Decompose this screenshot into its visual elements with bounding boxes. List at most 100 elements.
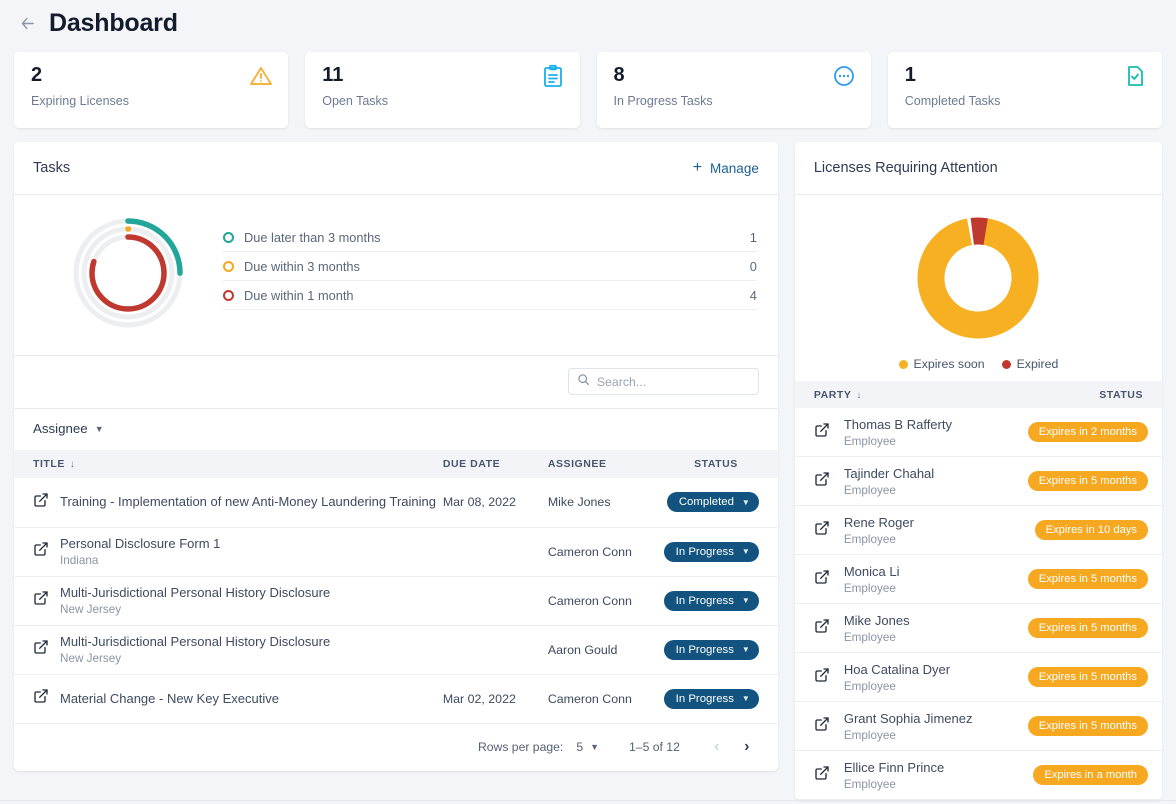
license-party-name: Grant Sophia Jimenez — [843, 710, 973, 726]
legend-label: Expired — [1016, 357, 1059, 371]
task-status-cell: In Progress ▼ — [663, 625, 778, 674]
assignee-filter-dropdown[interactable]: Assignee ▼ — [33, 421, 104, 436]
column-header-party[interactable]: PARTY ↓ — [814, 389, 862, 401]
table-row[interactable]: Multi-Jurisdictional Personal History Di… — [14, 625, 778, 674]
task-assignee: Aaron Gould — [547, 642, 618, 657]
assignee-filter-label: Assignee — [33, 421, 88, 436]
rows-per-page-select[interactable]: 5 ▼ — [576, 740, 599, 754]
list-item[interactable]: Thomas B Rafferty Employee Expires in 2 … — [794, 408, 1162, 457]
main-content: Tasks + Manage Due later than 3 months 1… — [0, 128, 1176, 800]
status-label: In Progress — [675, 692, 734, 705]
license-party-name: Tajinder Chahal — [843, 465, 935, 481]
stat-card-in-progress-tasks[interactable]: 8 In Progress Tasks — [596, 52, 871, 128]
stat-label: Open Tasks — [322, 94, 389, 108]
license-party-role: Employee — [843, 483, 896, 497]
task-assignee: Cameron Conn — [547, 544, 632, 559]
search-icon — [577, 373, 590, 391]
stat-value: 11 — [322, 64, 344, 86]
search-box[interactable] — [567, 368, 759, 395]
tasks-pagination: Rows per page: 5 ▼ 1–5 of 12 ‹ › — [14, 724, 778, 771]
task-title: Training - Implementation of new Anti-Mo… — [60, 494, 437, 510]
list-item[interactable]: Tajinder Chahal Employee Expires in 5 mo… — [794, 457, 1162, 506]
status-badge[interactable]: In Progress ▼ — [663, 639, 759, 660]
open-external-icon[interactable] — [14, 625, 60, 674]
table-row[interactable]: Training - Implementation of new Anti-Mo… — [14, 478, 778, 527]
column-header-status[interactable]: STATUS — [663, 450, 778, 478]
status-badge[interactable]: In Progress ▼ — [663, 688, 759, 709]
legend-item: Due later than 3 months 1 — [223, 223, 757, 252]
column-header-assignee[interactable]: ASSIGNEE — [548, 450, 663, 478]
open-external-icon[interactable] — [814, 618, 830, 639]
open-external-icon[interactable] — [14, 674, 60, 723]
open-external-icon[interactable] — [814, 716, 830, 737]
legend-value: 4 — [749, 287, 757, 303]
open-external-icon[interactable] — [14, 527, 60, 576]
sort-desc-icon: ↓ — [69, 459, 76, 470]
column-header-status[interactable]: STATUS — [1099, 389, 1143, 401]
open-external-icon[interactable] — [814, 765, 830, 786]
license-party-cell: Thomas B Rafferty Employee — [844, 417, 1014, 448]
list-item[interactable]: Rene Roger Employee Expires in 10 days — [794, 506, 1162, 555]
prev-page-button[interactable]: ‹ — [702, 738, 732, 756]
list-item[interactable]: Grant Sophia Jimenez Employee Expires in… — [794, 702, 1162, 751]
license-party-name: Ellice Finn Prince — [843, 759, 945, 775]
legend-item: Due within 1 month 4 — [223, 281, 757, 310]
table-row[interactable]: Material Change - New Key Executive Mar … — [14, 674, 778, 723]
column-header-due-date[interactable]: DUE DATE — [443, 450, 548, 478]
legend-label: Expires soon — [913, 357, 985, 371]
tasks-legend: Due later than 3 months 1 Due within 3 m… — [223, 209, 759, 337]
tasks-card: Tasks + Manage Due later than 3 months 1… — [14, 142, 778, 771]
status-badge[interactable]: Completed ▼ — [666, 492, 759, 513]
status-badge[interactable]: In Progress ▼ — [663, 541, 759, 562]
task-status-cell: In Progress ▼ — [663, 527, 778, 576]
stat-card-expiring-licenses[interactable]: 2 Expiring Licenses — [14, 52, 289, 128]
license-party-role: Employee — [843, 630, 896, 644]
rows-per-page-value: 5 — [576, 740, 584, 754]
legend-ring-icon — [223, 289, 234, 301]
open-external-icon[interactable] — [14, 478, 60, 527]
open-external-icon[interactable] — [814, 667, 830, 688]
status-badge: Expires in 5 months — [1027, 618, 1148, 638]
warning-triangle-icon — [249, 64, 273, 88]
legend-ring-icon — [223, 260, 234, 272]
task-due-date: Mar 02, 2022 — [442, 691, 516, 706]
page-title: Dashboard — [49, 8, 178, 37]
manage-button[interactable]: + Manage — [693, 160, 759, 176]
task-due-date — [443, 527, 548, 576]
back-arrow-icon[interactable] — [14, 10, 40, 36]
tasks-title: Tasks — [33, 160, 71, 176]
list-item[interactable]: Mike Jones Employee Expires in 5 months — [794, 604, 1162, 653]
page-bottom-divider — [0, 800, 1176, 801]
pagination-range: 1–5 of 12 — [629, 740, 680, 754]
status-badge: Expires in 5 months — [1027, 471, 1148, 491]
task-assignee: Cameron Conn — [547, 691, 632, 706]
search-input[interactable] — [596, 374, 750, 389]
open-external-icon[interactable] — [814, 422, 830, 443]
license-party-role: Employee — [843, 728, 896, 742]
next-page-button[interactable]: › — [732, 738, 762, 756]
list-item[interactable]: Monica Li Employee Expires in 5 months — [794, 555, 1162, 604]
license-party-cell: Grant Sophia Jimenez Employee — [844, 711, 1014, 742]
open-external-icon[interactable] — [814, 471, 830, 492]
open-external-icon[interactable] — [814, 569, 830, 590]
chevron-down-icon: ▼ — [741, 497, 750, 507]
stat-card-open-tasks[interactable]: 11 Open Tasks — [305, 52, 580, 128]
stat-label: Expiring Licenses — [31, 94, 129, 108]
task-due-date: Mar 08, 2022 — [442, 495, 516, 510]
column-header-title[interactable]: TITLE ↓ — [14, 450, 443, 478]
license-party-name: Monica Li — [843, 563, 900, 579]
stat-card-completed-tasks[interactable]: 1 Completed Tasks — [887, 52, 1162, 128]
legend-label: Due within 3 months — [244, 258, 360, 274]
status-badge[interactable]: In Progress ▼ — [663, 590, 759, 611]
list-item[interactable]: Ellice Finn Prince Employee Expires in a… — [794, 751, 1162, 800]
open-external-icon[interactable] — [814, 520, 830, 541]
table-row[interactable]: Multi-Jurisdictional Personal History Di… — [14, 576, 778, 625]
task-status-cell: In Progress ▼ — [663, 576, 778, 625]
stat-label: Completed Tasks — [904, 94, 1001, 108]
licenses-chart-section: Expires soon Expired — [795, 195, 1162, 381]
legend-label: Due later than 3 months — [244, 229, 381, 245]
chevron-down-icon: ▼ — [741, 547, 750, 556]
open-external-icon[interactable] — [14, 576, 60, 625]
list-item[interactable]: Hoa Catalina Dyer Employee Expires in 5 … — [794, 653, 1162, 702]
table-row[interactable]: Personal Disclosure Form 1 Indiana Camer… — [14, 527, 778, 576]
